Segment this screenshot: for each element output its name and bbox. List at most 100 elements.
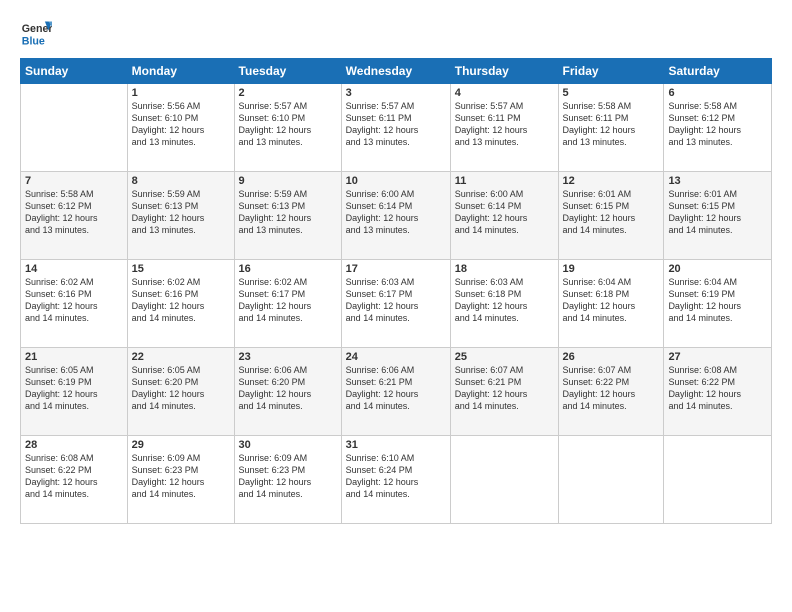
cell-details: Sunrise: 6:10 AM Sunset: 6:24 PM Dayligh… [346, 452, 446, 501]
day-number: 10 [346, 175, 446, 187]
day-number: 19 [563, 263, 660, 275]
calendar-cell: 15Sunrise: 6:02 AM Sunset: 6:16 PM Dayli… [127, 260, 234, 348]
day-number: 20 [668, 263, 767, 275]
calendar-table: SundayMondayTuesdayWednesdayThursdayFrid… [20, 58, 772, 524]
calendar-cell: 31Sunrise: 6:10 AM Sunset: 6:24 PM Dayli… [341, 436, 450, 524]
calendar-week-row: 28Sunrise: 6:08 AM Sunset: 6:22 PM Dayli… [21, 436, 772, 524]
day-number: 22 [132, 351, 230, 363]
day-number: 25 [455, 351, 554, 363]
cell-details: Sunrise: 6:05 AM Sunset: 6:19 PM Dayligh… [25, 364, 123, 413]
cell-details: Sunrise: 5:57 AM Sunset: 6:10 PM Dayligh… [239, 100, 337, 149]
cell-details: Sunrise: 6:07 AM Sunset: 6:22 PM Dayligh… [563, 364, 660, 413]
weekday-header-monday: Monday [127, 59, 234, 84]
calendar-cell: 22Sunrise: 6:05 AM Sunset: 6:20 PM Dayli… [127, 348, 234, 436]
weekday-header-wednesday: Wednesday [341, 59, 450, 84]
day-number: 17 [346, 263, 446, 275]
day-number: 30 [239, 439, 337, 451]
cell-details: Sunrise: 5:57 AM Sunset: 6:11 PM Dayligh… [455, 100, 554, 149]
cell-details: Sunrise: 6:09 AM Sunset: 6:23 PM Dayligh… [132, 452, 230, 501]
calendar-week-row: 21Sunrise: 6:05 AM Sunset: 6:19 PM Dayli… [21, 348, 772, 436]
cell-details: Sunrise: 5:59 AM Sunset: 6:13 PM Dayligh… [239, 188, 337, 237]
calendar-cell: 21Sunrise: 6:05 AM Sunset: 6:19 PM Dayli… [21, 348, 128, 436]
calendar-cell: 29Sunrise: 6:09 AM Sunset: 6:23 PM Dayli… [127, 436, 234, 524]
day-number: 8 [132, 175, 230, 187]
day-number: 16 [239, 263, 337, 275]
weekday-header-thursday: Thursday [450, 59, 558, 84]
calendar-cell: 24Sunrise: 6:06 AM Sunset: 6:21 PM Dayli… [341, 348, 450, 436]
day-number: 9 [239, 175, 337, 187]
calendar-cell: 2Sunrise: 5:57 AM Sunset: 6:10 PM Daylig… [234, 84, 341, 172]
day-number: 26 [563, 351, 660, 363]
cell-details: Sunrise: 5:58 AM Sunset: 6:12 PM Dayligh… [25, 188, 123, 237]
cell-details: Sunrise: 5:58 AM Sunset: 6:11 PM Dayligh… [563, 100, 660, 149]
calendar-cell: 4Sunrise: 5:57 AM Sunset: 6:11 PM Daylig… [450, 84, 558, 172]
svg-text:Blue: Blue [22, 36, 45, 48]
calendar-cell: 10Sunrise: 6:00 AM Sunset: 6:14 PM Dayli… [341, 172, 450, 260]
cell-details: Sunrise: 6:03 AM Sunset: 6:18 PM Dayligh… [455, 276, 554, 325]
calendar-cell: 17Sunrise: 6:03 AM Sunset: 6:17 PM Dayli… [341, 260, 450, 348]
calendar-cell: 27Sunrise: 6:08 AM Sunset: 6:22 PM Dayli… [664, 348, 772, 436]
calendar-cell: 13Sunrise: 6:01 AM Sunset: 6:15 PM Dayli… [664, 172, 772, 260]
calendar-cell: 12Sunrise: 6:01 AM Sunset: 6:15 PM Dayli… [558, 172, 664, 260]
calendar-cell [558, 436, 664, 524]
calendar-cell: 30Sunrise: 6:09 AM Sunset: 6:23 PM Dayli… [234, 436, 341, 524]
cell-details: Sunrise: 6:01 AM Sunset: 6:15 PM Dayligh… [563, 188, 660, 237]
day-number: 3 [346, 87, 446, 99]
day-number: 18 [455, 263, 554, 275]
cell-details: Sunrise: 6:02 AM Sunset: 6:16 PM Dayligh… [25, 276, 123, 325]
calendar-cell [21, 84, 128, 172]
cell-details: Sunrise: 6:02 AM Sunset: 6:17 PM Dayligh… [239, 276, 337, 325]
calendar-cell [450, 436, 558, 524]
day-number: 21 [25, 351, 123, 363]
weekday-header-sunday: Sunday [21, 59, 128, 84]
cell-details: Sunrise: 6:07 AM Sunset: 6:21 PM Dayligh… [455, 364, 554, 413]
day-number: 2 [239, 87, 337, 99]
day-number: 29 [132, 439, 230, 451]
day-number: 1 [132, 87, 230, 99]
day-number: 4 [455, 87, 554, 99]
calendar-week-row: 14Sunrise: 6:02 AM Sunset: 6:16 PM Dayli… [21, 260, 772, 348]
calendar-cell: 6Sunrise: 5:58 AM Sunset: 6:12 PM Daylig… [664, 84, 772, 172]
calendar-cell: 23Sunrise: 6:06 AM Sunset: 6:20 PM Dayli… [234, 348, 341, 436]
day-number: 28 [25, 439, 123, 451]
cell-details: Sunrise: 6:08 AM Sunset: 6:22 PM Dayligh… [668, 364, 767, 413]
calendar-week-row: 1Sunrise: 5:56 AM Sunset: 6:10 PM Daylig… [21, 84, 772, 172]
cell-details: Sunrise: 6:00 AM Sunset: 6:14 PM Dayligh… [346, 188, 446, 237]
logo: General Blue [20, 18, 52, 50]
calendar-cell: 28Sunrise: 6:08 AM Sunset: 6:22 PM Dayli… [21, 436, 128, 524]
day-number: 23 [239, 351, 337, 363]
cell-details: Sunrise: 5:58 AM Sunset: 6:12 PM Dayligh… [668, 100, 767, 149]
day-number: 31 [346, 439, 446, 451]
calendar-cell: 25Sunrise: 6:07 AM Sunset: 6:21 PM Dayli… [450, 348, 558, 436]
calendar-cell: 8Sunrise: 5:59 AM Sunset: 6:13 PM Daylig… [127, 172, 234, 260]
weekday-header-saturday: Saturday [664, 59, 772, 84]
cell-details: Sunrise: 6:08 AM Sunset: 6:22 PM Dayligh… [25, 452, 123, 501]
calendar-cell: 11Sunrise: 6:00 AM Sunset: 6:14 PM Dayli… [450, 172, 558, 260]
day-number: 7 [25, 175, 123, 187]
cell-details: Sunrise: 6:06 AM Sunset: 6:20 PM Dayligh… [239, 364, 337, 413]
day-number: 24 [346, 351, 446, 363]
cell-details: Sunrise: 6:04 AM Sunset: 6:18 PM Dayligh… [563, 276, 660, 325]
calendar-cell: 20Sunrise: 6:04 AM Sunset: 6:19 PM Dayli… [664, 260, 772, 348]
cell-details: Sunrise: 6:01 AM Sunset: 6:15 PM Dayligh… [668, 188, 767, 237]
calendar-cell: 9Sunrise: 5:59 AM Sunset: 6:13 PM Daylig… [234, 172, 341, 260]
day-number: 15 [132, 263, 230, 275]
day-number: 27 [668, 351, 767, 363]
cell-details: Sunrise: 6:09 AM Sunset: 6:23 PM Dayligh… [239, 452, 337, 501]
calendar-cell: 18Sunrise: 6:03 AM Sunset: 6:18 PM Dayli… [450, 260, 558, 348]
calendar-cell: 5Sunrise: 5:58 AM Sunset: 6:11 PM Daylig… [558, 84, 664, 172]
weekday-header-friday: Friday [558, 59, 664, 84]
day-number: 5 [563, 87, 660, 99]
calendar-cell: 7Sunrise: 5:58 AM Sunset: 6:12 PM Daylig… [21, 172, 128, 260]
cell-details: Sunrise: 5:56 AM Sunset: 6:10 PM Dayligh… [132, 100, 230, 149]
cell-details: Sunrise: 6:04 AM Sunset: 6:19 PM Dayligh… [668, 276, 767, 325]
cell-details: Sunrise: 5:59 AM Sunset: 6:13 PM Dayligh… [132, 188, 230, 237]
header: General Blue [20, 18, 772, 50]
calendar-cell: 16Sunrise: 6:02 AM Sunset: 6:17 PM Dayli… [234, 260, 341, 348]
day-number: 11 [455, 175, 554, 187]
calendar-cell: 3Sunrise: 5:57 AM Sunset: 6:11 PM Daylig… [341, 84, 450, 172]
cell-details: Sunrise: 5:57 AM Sunset: 6:11 PM Dayligh… [346, 100, 446, 149]
calendar-week-row: 7Sunrise: 5:58 AM Sunset: 6:12 PM Daylig… [21, 172, 772, 260]
cell-details: Sunrise: 6:05 AM Sunset: 6:20 PM Dayligh… [132, 364, 230, 413]
cell-details: Sunrise: 6:06 AM Sunset: 6:21 PM Dayligh… [346, 364, 446, 413]
